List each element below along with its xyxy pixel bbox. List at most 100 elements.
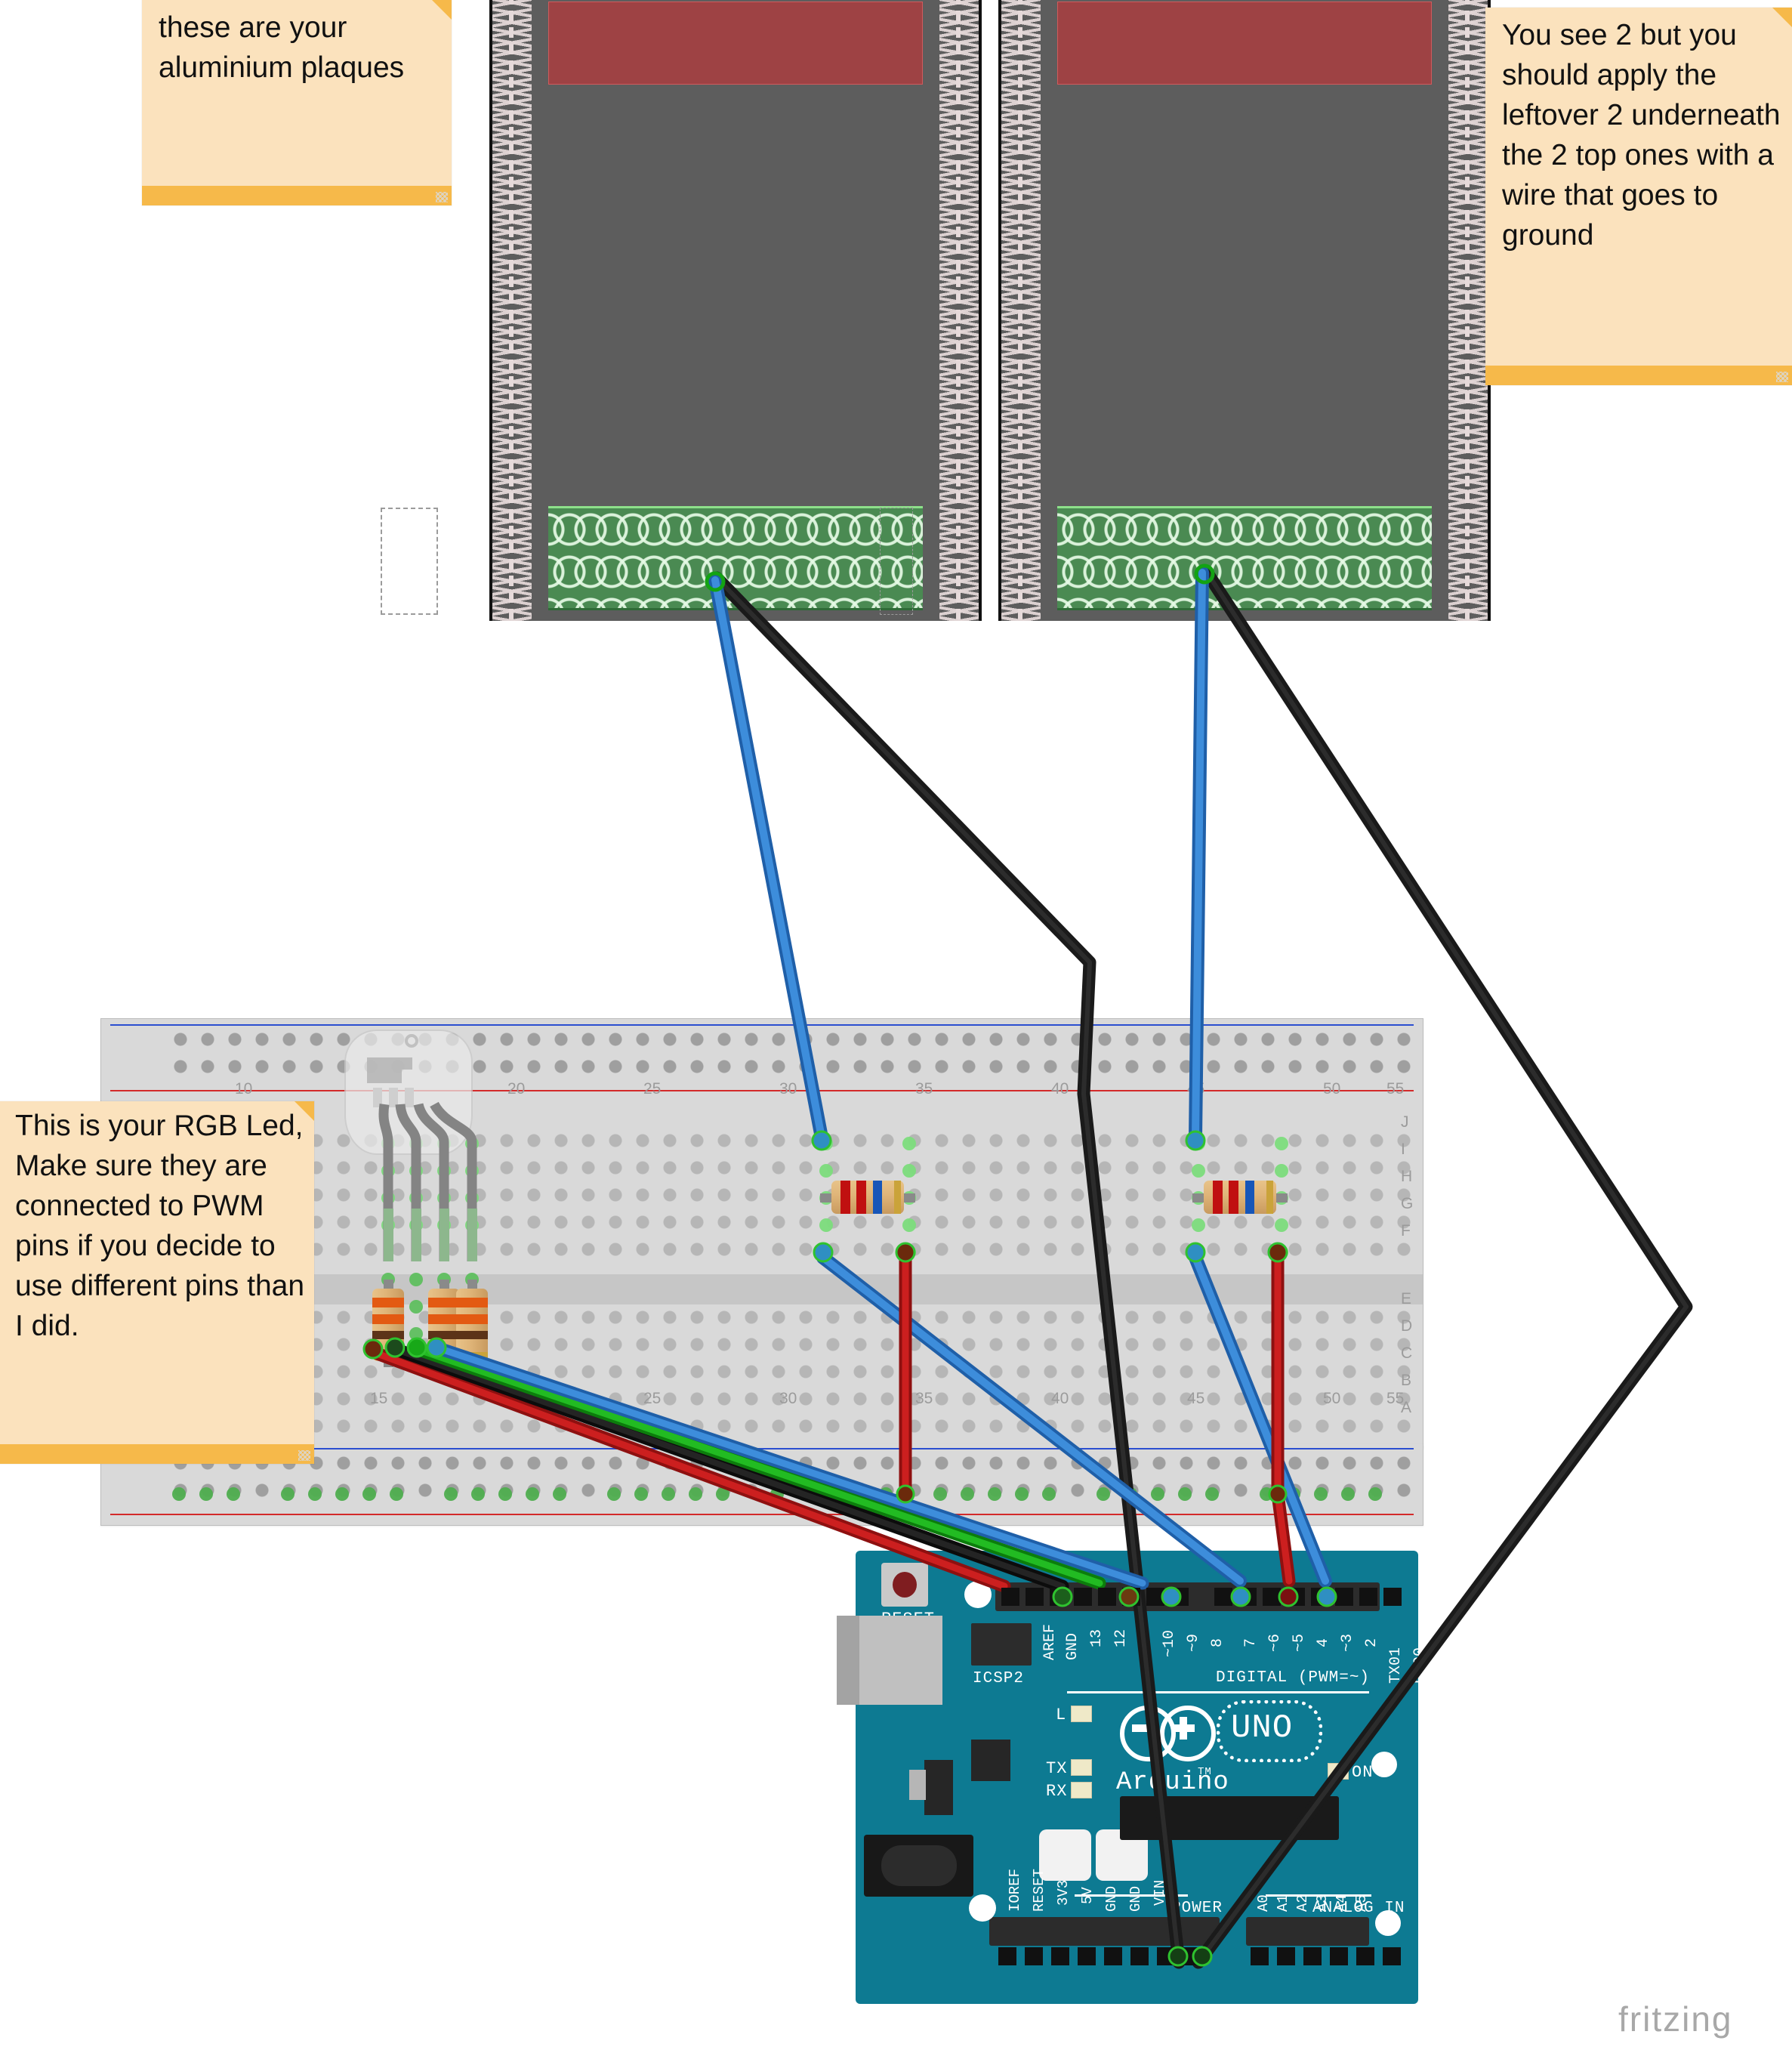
pin-label-a5: A5 [1353,1894,1370,1912]
pin-label-vin: VIN [1152,1879,1168,1906]
bb-row-label: E [1401,1290,1412,1307]
voltage-regulator [924,1760,953,1815]
bb-row-label: B [1401,1372,1412,1389]
rail-line-positive-bottom [110,1514,1414,1515]
brand-tm: TM [1198,1766,1212,1778]
plaque-heater-strip [1057,2,1432,85]
pin-label-a1: A1 [1275,1894,1291,1912]
plaque-coil-left [492,0,532,621]
bb-col-label-bottom: 30 [779,1390,797,1407]
pin-label-a4: A4 [1334,1894,1350,1912]
plaque-coil-right [939,0,979,621]
bb-col-label: 35 [915,1080,933,1098]
rail-holes-bottom [174,1456,1411,1506]
pin-label-a2: A2 [1294,1894,1311,1912]
mount-hole [1375,1910,1401,1936]
plaque-coil-left [1001,0,1041,621]
bb-col-label-bottom: 25 [643,1390,662,1407]
bb-col-label-bottom: 35 [915,1390,933,1407]
bb-row-label: F [1401,1222,1411,1240]
pin-label-9: ~9 [1185,1633,1202,1652]
arduino-uno-board[interactable]: RESET ICSP2 DIGITAL (PWM=~) AREF GND 13 … [837,1551,1429,2004]
bb-col-label-bottom: 15 [370,1390,388,1407]
pin-label-8: 8 [1209,1638,1226,1647]
icsp2-header[interactable] [971,1623,1032,1666]
digital-pin-header[interactable] [995,1582,1380,1611]
pin-label-6: ~6 [1266,1633,1284,1652]
polarity-plus-circle [1160,1706,1216,1761]
pin-label-3: ~3 [1339,1633,1356,1652]
bb-row-label: J [1401,1113,1409,1131]
pin-label-2: 2 [1363,1638,1380,1647]
bb-col-label: 10 [235,1080,253,1098]
digital-header-label: DIGITAL (PWM=~) [1216,1669,1371,1687]
power-header-label: POWER [1171,1900,1223,1917]
led-rx-label: RX [1046,1782,1068,1801]
bb-col-label: 55 [1386,1080,1405,1098]
bb-col-label-bottom: 45 [1187,1390,1205,1407]
pin-label-aref: AREF [1041,1623,1059,1660]
microcontroller [1120,1796,1339,1840]
header-divider-digital [1067,1691,1369,1693]
pin-label-4: 4 [1315,1638,1332,1647]
bb-row-label: G [1401,1195,1414,1212]
pin-label-tx0: TX01 [1387,1647,1405,1684]
pin-label-11: ~11 [1137,1629,1154,1657]
pin-label-a3: A3 [1314,1894,1331,1912]
plaque-heater-strip [548,2,923,85]
fritzing-watermark: fritzing [1618,1999,1733,2039]
note-resize-grip[interactable] [1776,372,1788,382]
bb-col-label: 30 [779,1080,797,1098]
note-footer-bar [142,186,452,205]
pin-label-13: 13 [1088,1629,1106,1647]
bb-row-label: H [1401,1168,1413,1185]
plaque-mesh-strip [548,506,923,610]
sticky-note-aluminium[interactable]: these are your aluminium plaques [142,0,452,205]
power-jack-inner [881,1845,957,1886]
bb-col-label: 20 [507,1080,526,1098]
empty-placeholder-box[interactable] [381,508,438,615]
bb-row-label: D [1401,1317,1413,1335]
pin-label-5v: 5V [1079,1887,1096,1904]
bb-col-label: 40 [1051,1080,1069,1098]
pin-label-a0: A0 [1255,1894,1272,1912]
note-footer-bar [1485,366,1792,385]
power-pin-header[interactable] [989,1917,1220,1946]
note-resize-grip[interactable] [298,1450,310,1461]
polarity-plus-icon-v [1180,1717,1187,1740]
icsp2-label: ICSP2 [973,1670,1025,1687]
sticky-note-text: You see 2 but you should apply the lefto… [1502,19,1789,252]
regulator-tab [909,1770,926,1800]
sticky-note-leftover-two[interactable]: You see 2 but you should apply the lefto… [1485,8,1792,385]
led-on-label: ON [1352,1763,1374,1782]
plaque-coil-right [1448,0,1488,621]
pin-label-ioref: IOREF [1007,1868,1023,1912]
led-l-label: L [1056,1706,1067,1724]
led-rx-icon [1071,1782,1092,1798]
note-resize-grip[interactable] [436,192,448,202]
uno-model-label: UNO [1231,1709,1294,1747]
sticky-note-rgb-led[interactable]: This is your RGB Led, Make sure they are… [0,1101,314,1464]
usb-connector-shadow [837,1616,859,1705]
pin-label-rx0: RX00 [1411,1647,1429,1684]
bb-col-label: 50 [1323,1080,1341,1098]
analog-pin-header[interactable] [1246,1917,1369,1946]
led-on-icon [1328,1763,1349,1780]
brand-name: Arduino [1116,1768,1229,1797]
plaque-mesh-strip [1057,506,1432,610]
reset-button-cap[interactable] [893,1572,917,1598]
pin-label-gnd: GND [1064,1632,1081,1660]
bb-row-label: I [1401,1141,1405,1158]
pin-label-gnd-1: GND [1103,1885,1120,1912]
led-l-icon [1071,1706,1092,1722]
bb-col-label-bottom: 20 [507,1390,526,1407]
aluminium-plaque-right[interactable] [998,0,1491,621]
bb-col-label-bottom: 40 [1051,1390,1069,1407]
led-tx-icon [1071,1759,1092,1776]
rail-line-positive-top [110,1090,1414,1091]
pin-label-10: ~10 [1161,1629,1178,1657]
rail-holes-top [174,1033,1411,1082]
led-tx-label: TX [1046,1759,1068,1778]
fritzing-canvas: 10 20 25 30 35 40 45 50 55 15 20 25 30 3… [0,0,1792,2053]
pin-label-12: 12 [1112,1629,1130,1647]
